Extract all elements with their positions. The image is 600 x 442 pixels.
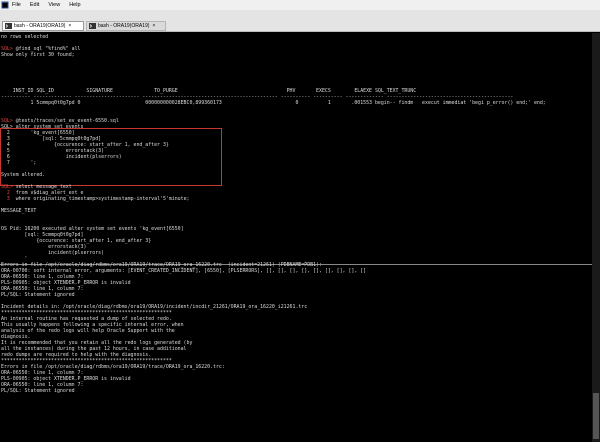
menu-view[interactable]: View [48, 2, 60, 8]
vertical-scrollbar[interactable] [592, 33, 600, 442]
line-text: Show only first 30 found; [1, 52, 75, 58]
terminal-line: no rows selected [1, 34, 48, 40]
app-icon [1, 1, 9, 9]
sql-prompt: 3 [1, 196, 10, 202]
terminal-line: PL/SQL: Statement ignored [1, 292, 75, 298]
line-text: MESSAGE_TEXT [1, 208, 37, 214]
line-text: System altered. [1, 172, 46, 178]
terminal-line: 1 5cmmpq0t0g7pd 0 000000000028EBC0,89936… [1, 100, 546, 106]
terminal-line: MESSAGE_TEXT [1, 208, 36, 214]
scrollbar-thumb[interactable] [593, 393, 599, 439]
terminal-line: 7 '; [1, 160, 36, 166]
menu-file[interactable]: File [12, 2, 21, 8]
tab-label: bash - ORA19(ORA19) [14, 23, 66, 29]
terminal-output[interactable]: no rows selected SQL> @find_sql "%find%" … [0, 33, 592, 442]
line-text: PL/SQL: Statement ignored [1, 292, 75, 298]
terminal-icon [89, 23, 96, 29]
line-text: PL/SQL: Statement ignored [1, 388, 75, 394]
terminal-line: PL/SQL: Statement ignored [1, 388, 75, 394]
terminal-icon [5, 23, 12, 29]
menu-edit[interactable]: Edit [30, 2, 39, 8]
line-text: 1 5cmmpq0t0g7pd 0 000000000028EBC0,89936… [1, 100, 546, 106]
tab-session-2[interactable]: bash - ORA19(ORA19) × [86, 21, 166, 31]
tab-session-1[interactable]: bash - ORA19(ORA19) × [2, 21, 84, 31]
terminal-line: Show only first 30 found; [1, 52, 75, 58]
line-text: no rows selected [1, 34, 49, 40]
menu-help[interactable]: Help [69, 2, 80, 8]
close-icon[interactable]: × [68, 23, 71, 29]
line-text: where originating_timestamp>systimestamp… [9, 196, 190, 202]
close-icon[interactable]: × [152, 23, 155, 29]
terminal-line: 3 where originating_timestamp>systimesta… [1, 196, 190, 202]
menu-bar: File Edit View Help [0, 0, 600, 10]
tab-bar: bash - ORA19(ORA19) × bash - ORA19(ORA19… [0, 10, 600, 32]
terminal-line: System altered. [1, 172, 45, 178]
tab-label: bash - ORA19(ORA19) [98, 23, 150, 29]
line-text: 7 '; [1, 160, 37, 166]
